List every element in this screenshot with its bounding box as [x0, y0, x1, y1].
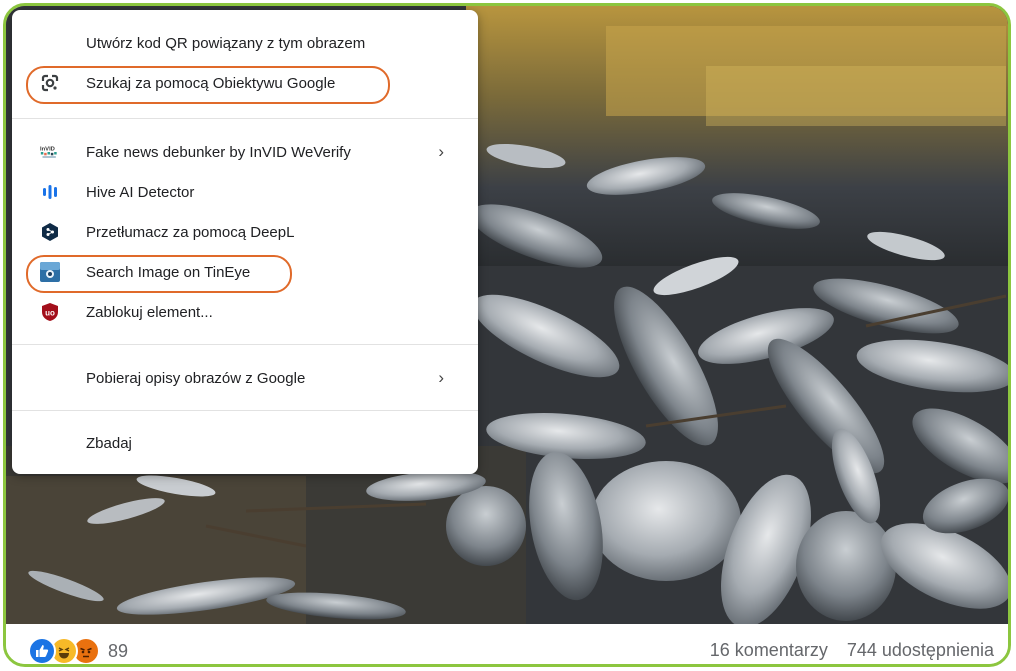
menu-item-create-qr[interactable]: Utwórz kod QR powiązany z tym obrazem	[12, 24, 478, 62]
chevron-right-icon: ›	[438, 142, 444, 161]
highlight-outline-google-lens	[26, 66, 390, 104]
menu-item-label: Pobieraj opisy obrazów z Google	[86, 369, 306, 387]
menu-item-label: Utwórz kod QR powiązany z tym obrazem	[86, 34, 366, 52]
menu-item-block-element[interactable]: uo Zablokuj element...	[12, 293, 478, 331]
menu-item-image-descriptions[interactable]: Pobieraj opisy obrazów z Google ›	[12, 359, 478, 397]
chevron-right-icon: ›	[438, 368, 444, 387]
hive-icon	[40, 182, 60, 202]
menu-item-deepl[interactable]: Przetłumacz za pomocą DeepL	[12, 213, 478, 251]
menu-item-label: Zablokuj element...	[86, 303, 213, 321]
menu-item-inspect[interactable]: Zbadaj	[12, 424, 478, 462]
context-menu: Utwórz kod QR powiązany z tym obrazem Sz…	[12, 10, 478, 474]
deepl-icon	[40, 222, 60, 242]
reaction-count[interactable]: 89	[108, 641, 128, 662]
menu-item-label: Hive AI Detector	[86, 183, 195, 201]
svg-text:uo: uo	[45, 309, 55, 318]
ublock-icon: uo	[40, 302, 60, 322]
menu-item-label: Fake news debunker by InVID WeVerify	[86, 143, 351, 161]
like-reaction-icon	[28, 637, 56, 664]
menu-item-label: Zbadaj	[86, 434, 132, 452]
post-frame: Utwórz kod QR powiązany z tym obrazem Sz…	[3, 3, 1011, 667]
svg-text:InVID: InVID	[40, 146, 55, 152]
menu-separator	[12, 410, 478, 411]
post-footer: 89 16 komentarzy 744 udostępnienia	[6, 624, 1008, 664]
post-stats: 16 komentarzy 744 udostępnienia	[710, 640, 994, 661]
highlight-outline-tineye	[26, 255, 292, 293]
menu-item-hive[interactable]: Hive AI Detector	[12, 173, 478, 211]
comments-count[interactable]: 16 komentarzy	[710, 640, 828, 660]
menu-separator	[12, 118, 478, 119]
menu-separator	[12, 344, 478, 345]
shares-count[interactable]: 744 udostępnienia	[847, 640, 994, 660]
reactions-summary[interactable]: 89	[28, 637, 128, 664]
menu-item-invid[interactable]: InVID Fake news debunker by InVID WeVeri…	[12, 133, 478, 171]
menu-item-label: Przetłumacz za pomocą DeepL	[86, 223, 295, 241]
invid-icon: InVID	[40, 142, 60, 162]
